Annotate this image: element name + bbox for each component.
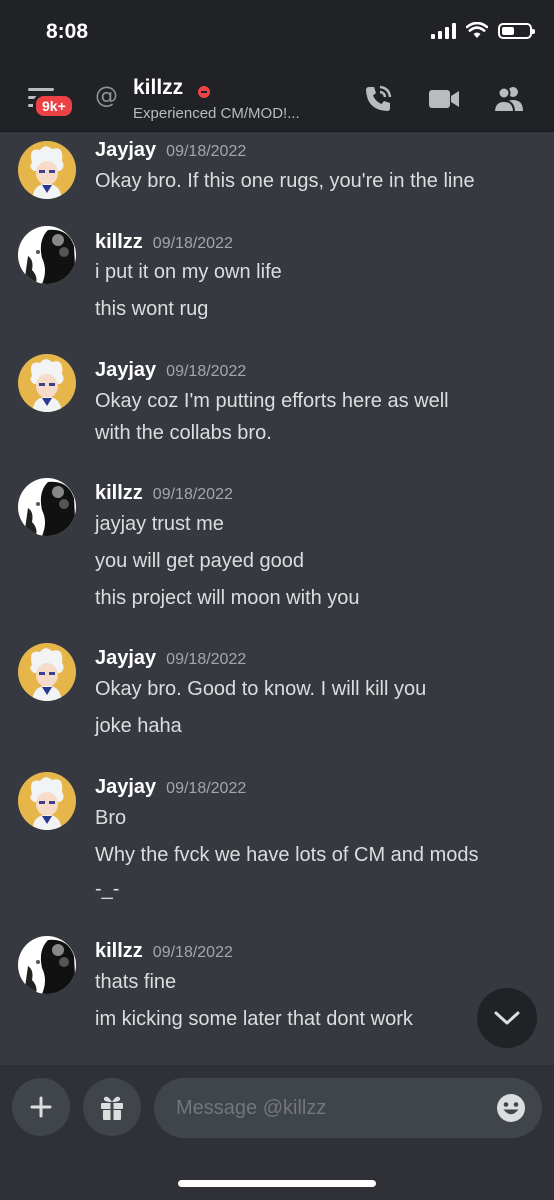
message-input-container	[154, 1078, 542, 1138]
message-timestamp: 09/18/2022	[152, 486, 233, 503]
channel-name[interactable]: killzz	[133, 76, 183, 100]
add-attachment-button[interactable]	[12, 1078, 70, 1136]
chevron-down-icon	[494, 1011, 520, 1025]
message-line: you will get payed good	[95, 550, 305, 572]
jayjay-avatar[interactable]	[18, 141, 76, 199]
wifi-icon	[466, 22, 488, 38]
message-line: Bro	[95, 807, 127, 829]
status-bar: 8:08	[0, 0, 554, 70]
message-author[interactable]: killzz 09/18/2022	[95, 940, 233, 963]
killzz-avatar[interactable]	[18, 936, 76, 994]
gift-icon	[101, 1096, 123, 1120]
status-time: 8:08	[46, 20, 89, 43]
message-line: i put it on my own life	[95, 261, 282, 283]
home-indicator[interactable]	[178, 1180, 376, 1187]
jayjay-avatar[interactable]	[18, 643, 76, 701]
battery-icon	[498, 22, 535, 39]
dnd-status-icon	[198, 86, 210, 98]
message-line: with the collabs bro.	[95, 422, 272, 444]
message-timestamp: 09/18/2022	[166, 780, 247, 797]
message-timestamp: 09/18/2022	[166, 143, 247, 160]
message-line: Okay coz I'm putting efforts here as wel…	[95, 390, 449, 412]
gift-button[interactable]	[83, 1078, 141, 1136]
cellular-signal-icon	[431, 22, 456, 39]
emoji-icon[interactable]	[496, 1093, 526, 1123]
message-timestamp: 09/18/2022	[166, 651, 247, 668]
message-input[interactable]	[174, 1092, 478, 1124]
plus-icon	[30, 1096, 52, 1118]
message-line: Why the fvck we have lots of CM and mods	[95, 844, 479, 866]
message-author[interactable]: Jayjay 09/18/2022	[95, 139, 246, 162]
jayjay-avatar[interactable]	[18, 772, 76, 830]
message-line: im kicking some later that dont work	[95, 1008, 413, 1030]
killzz-avatar[interactable]	[18, 478, 76, 536]
jayjay-avatar[interactable]	[18, 354, 76, 412]
message-list[interactable]: Jayjay 09/18/2022 Okay bro. If this one r…	[0, 131, 554, 1064]
message-line: joke haha	[95, 715, 182, 737]
killzz-avatar[interactable]	[18, 226, 76, 284]
message-line: Okay bro. Good to know. I will kill you	[95, 678, 427, 700]
message-line: jayjay trust me	[95, 513, 224, 535]
message-author[interactable]: Jayjay 09/18/2022	[95, 647, 246, 670]
message-line: thats fine	[95, 971, 177, 993]
message-timestamp: 09/18/2022	[166, 363, 247, 380]
at-sign-icon: @	[95, 83, 118, 109]
message-line: -_-	[95, 878, 120, 900]
notification-badge: 9k+	[33, 93, 75, 119]
message-author[interactable]: Jayjay 09/18/2022	[95, 359, 246, 382]
voice-call-icon[interactable]	[361, 82, 395, 116]
chat-header: 9k+ @ killzz Experienced CM/MOD!...	[0, 70, 554, 132]
message-line: Okay bro. If this one rugs, you're in th…	[95, 170, 475, 192]
scroll-to-bottom-button[interactable]	[477, 988, 537, 1048]
message-author[interactable]: killzz 09/18/2022	[95, 231, 233, 254]
channel-status-text[interactable]: Experienced CM/MOD!...	[133, 105, 300, 122]
video-call-icon[interactable]	[427, 82, 461, 116]
message-line: this project will moon with you	[95, 587, 360, 609]
message-timestamp: 09/18/2022	[152, 944, 233, 961]
members-icon[interactable]	[492, 82, 526, 116]
message-line: this wont rug	[95, 298, 209, 320]
message-timestamp: 09/18/2022	[152, 235, 233, 252]
message-author[interactable]: killzz 09/18/2022	[95, 482, 233, 505]
message-author[interactable]: Jayjay 09/18/2022	[95, 776, 246, 799]
